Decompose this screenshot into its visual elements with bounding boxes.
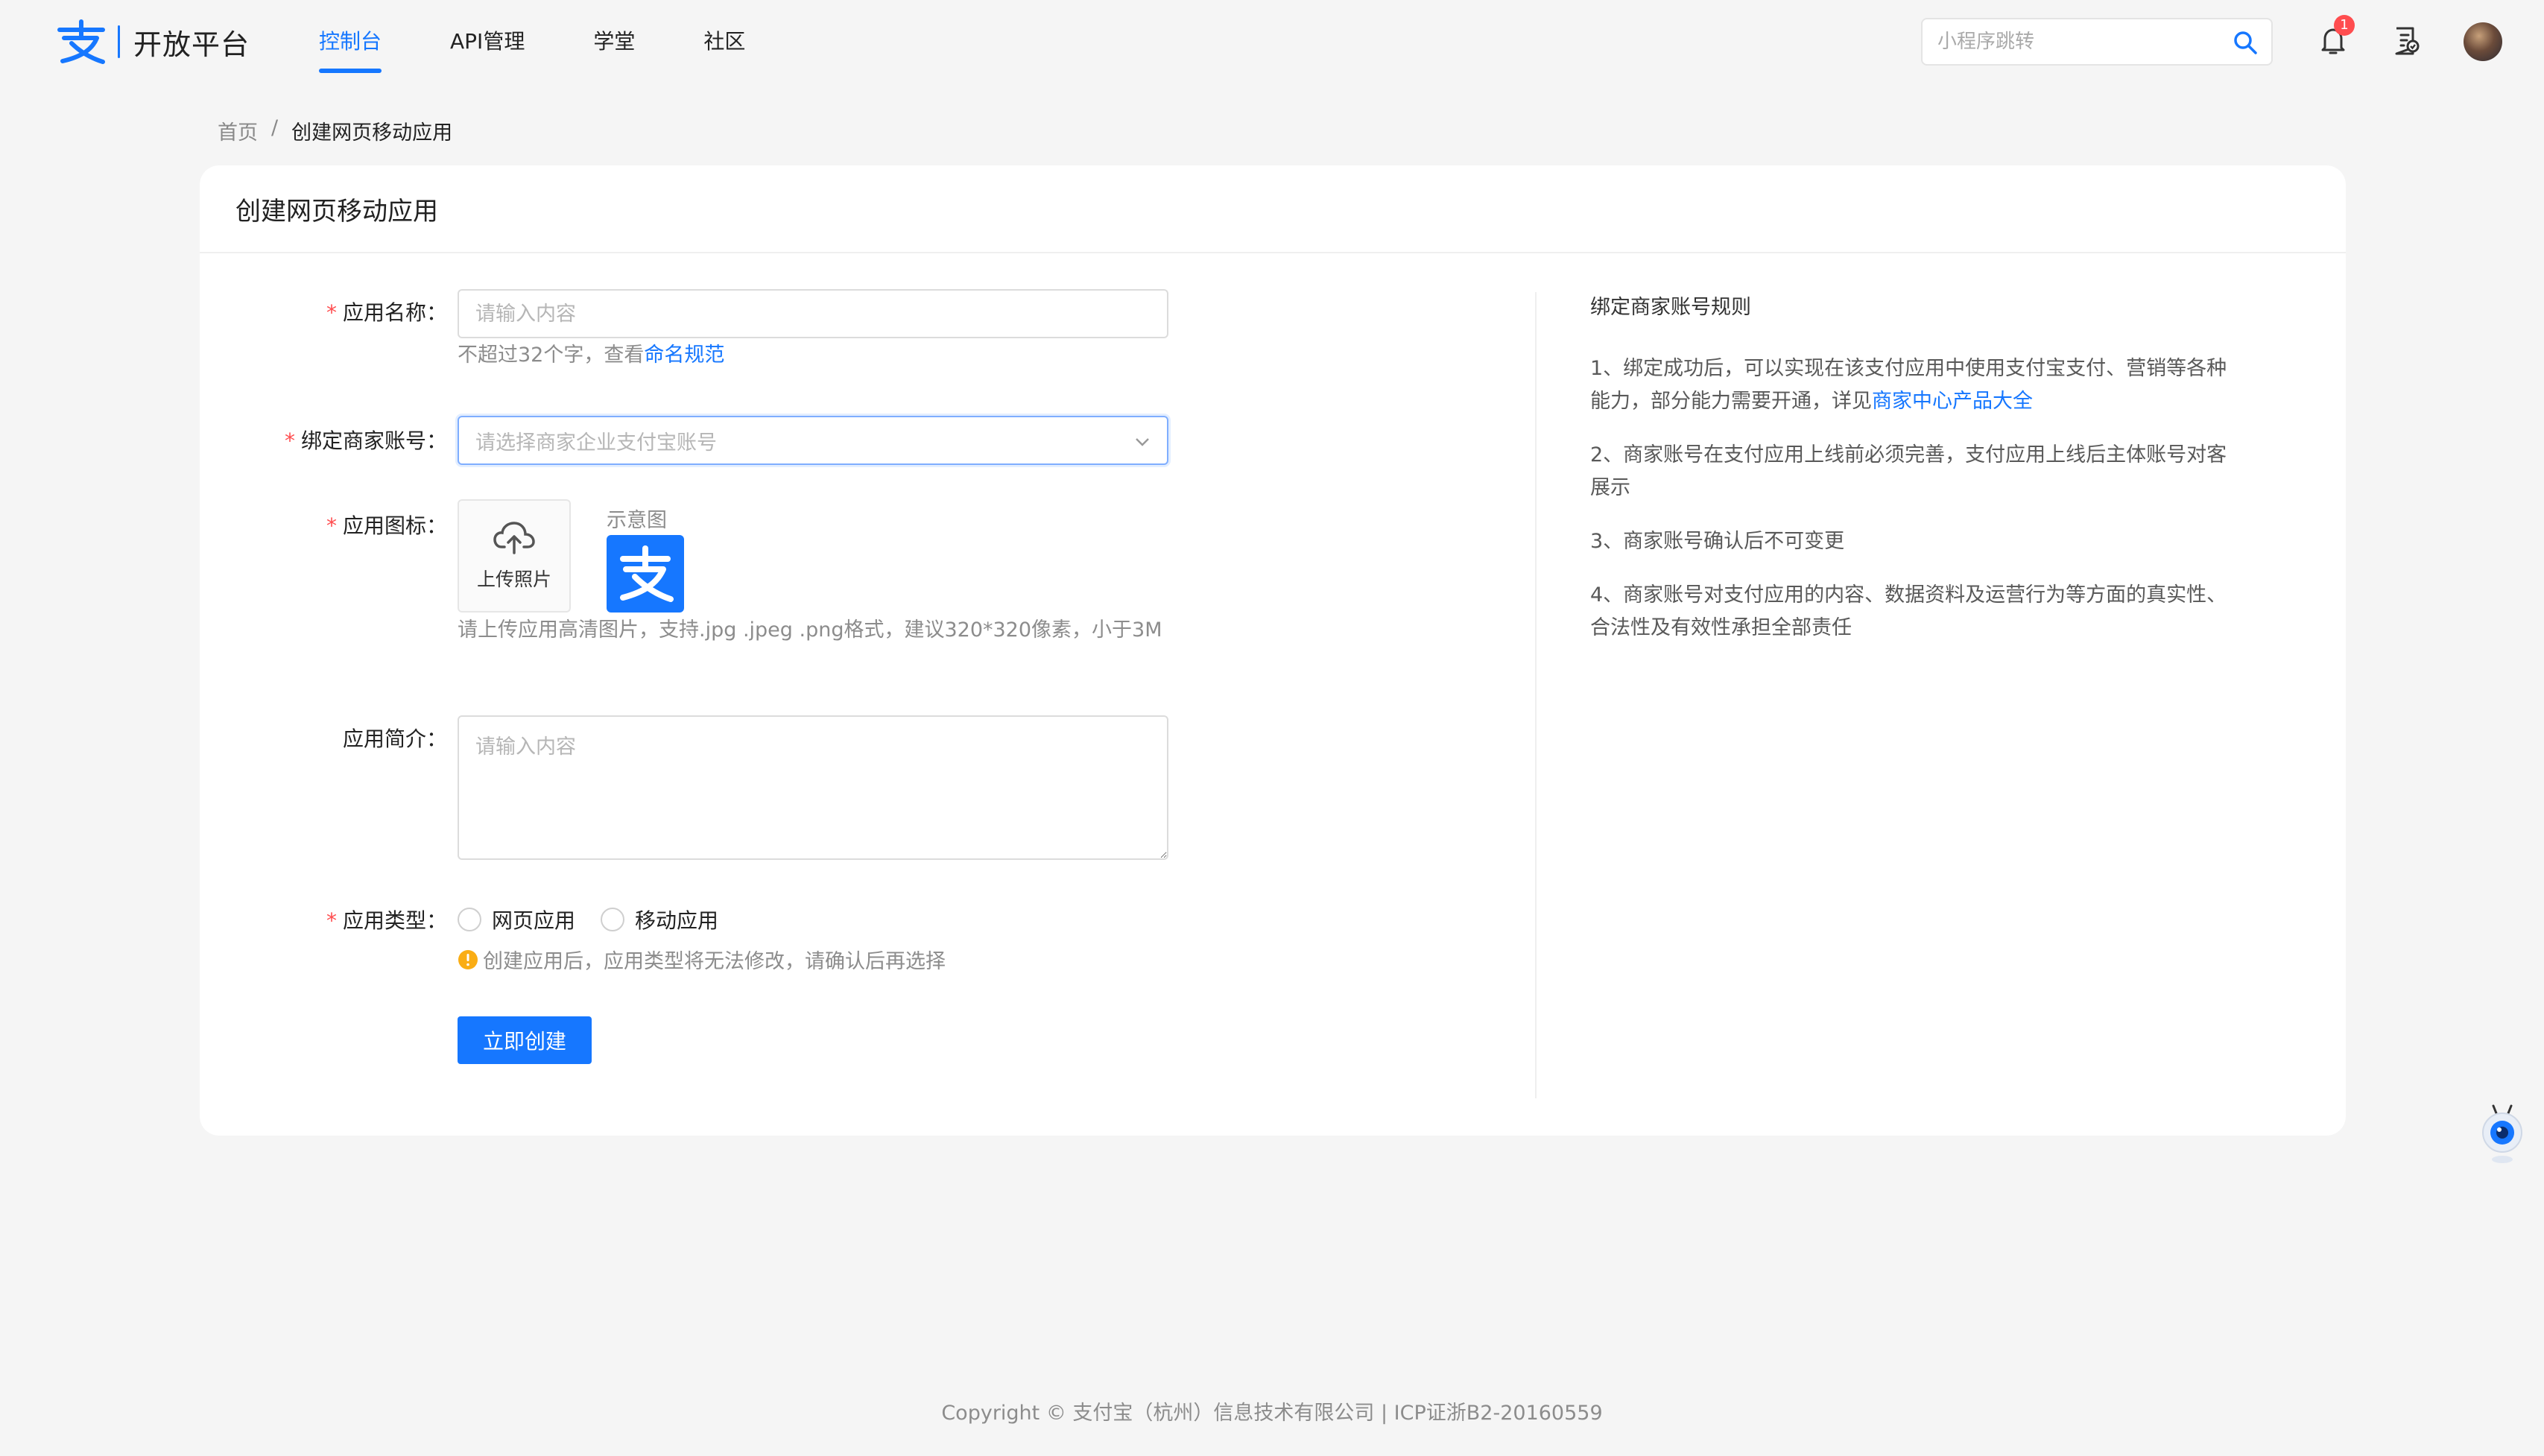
sample-label: 示意图 bbox=[607, 509, 667, 532]
rules-title: 绑定商家账号规则 bbox=[1590, 296, 1751, 319]
app-icon-help: 请上传应用高清图片，支持.jpg .jpeg .png格式，建议320*320像… bbox=[458, 618, 1162, 642]
app-intro-textarea[interactable] bbox=[458, 715, 1168, 860]
app-type-label: * 应用类型： bbox=[326, 908, 447, 933]
merchant-select[interactable]: 请选择商家企业支付宝账号 bbox=[458, 416, 1168, 465]
app-name-input[interactable] bbox=[458, 289, 1168, 338]
notification-badge: 1 bbox=[2334, 15, 2355, 36]
radio-circle[interactable] bbox=[458, 908, 481, 931]
app-intro-label: 应用简介： bbox=[342, 727, 447, 751]
merchant-center-products-link[interactable]: 商家中心产品大全 bbox=[1872, 390, 2033, 413]
brand-separator bbox=[118, 25, 120, 58]
app-icon-label: * 应用图标： bbox=[326, 513, 447, 538]
radio-web-app-label: 网页应用 bbox=[492, 908, 576, 933]
brand[interactable]: 开放平台 bbox=[55, 19, 250, 64]
breadcrumb-current: 创建网页移动应用 bbox=[291, 121, 453, 145]
warning-icon bbox=[458, 949, 478, 969]
rule-item: 4、商家账号对支付应用的内容、数据资料及运营行为等方面的真实性、合法性及有效性承… bbox=[1590, 583, 2227, 639]
radio-circle[interactable] bbox=[601, 908, 625, 931]
cloud-upload-icon bbox=[493, 522, 535, 554]
merchant-rules-panel: 绑定商家账号规则 1、绑定成功后，可以实现在该支付应用中使用支付宝支付、营销等各… bbox=[1590, 291, 2246, 665]
sample-app-icon bbox=[607, 535, 684, 613]
app-name-help: 不超过32个字，查看命名规范 bbox=[458, 344, 725, 367]
document-check-icon[interactable] bbox=[2388, 22, 2425, 60]
card-vertical-divider bbox=[1535, 292, 1537, 1098]
radio-mobile-app[interactable]: 移动应用 bbox=[601, 905, 718, 934]
brand-name: 开放平台 bbox=[133, 28, 250, 61]
breadcrumb-home[interactable]: 首页 bbox=[218, 116, 258, 145]
footer-copyright: Copyright © 支付宝（杭州）信息技术有限公司 | ICP证浙B2-20… bbox=[941, 1402, 1603, 1425]
radio-web-app[interactable]: 网页应用 bbox=[458, 905, 575, 934]
merchant-label: * 绑定商家账号： bbox=[284, 428, 447, 453]
upload-photo-text: 上传照片 bbox=[476, 569, 551, 590]
page-title: 创建网页移动应用 bbox=[200, 165, 2346, 253]
top-navigation-bar: 开放平台 控制台 API管理 学堂 社区 1 bbox=[0, 0, 2544, 83]
nav-item-community[interactable]: 社区 bbox=[703, 0, 745, 83]
create-now-button[interactable]: 立即创建 bbox=[458, 1016, 592, 1064]
breadcrumb-separator: / bbox=[271, 116, 279, 139]
search-icon[interactable] bbox=[2233, 30, 2258, 55]
alipay-logo-icon bbox=[57, 19, 105, 64]
chevron-down-icon bbox=[1136, 438, 1149, 446]
avatar[interactable] bbox=[2464, 22, 2502, 61]
nav-item-console[interactable]: 控制台 bbox=[319, 0, 382, 83]
radio-mobile-app-label: 移动应用 bbox=[635, 908, 719, 933]
assistant-robot-icon[interactable] bbox=[2478, 1103, 2526, 1165]
breadcrumb: 首页 / 创建网页移动应用 bbox=[218, 116, 452, 145]
upload-photo-button[interactable]: 上传照片 bbox=[458, 499, 571, 613]
main-nav: 控制台 API管理 学堂 社区 bbox=[319, 0, 814, 83]
app-type-radio-group: 网页应用 移动应用 bbox=[458, 905, 744, 934]
app-name-label: * 应用名称： bbox=[326, 300, 447, 325]
miniprogram-search-input[interactable] bbox=[1936, 30, 2219, 54]
rule-item: 3、商家账号确认后不可变更 bbox=[1590, 530, 1845, 553]
app-type-warning-text: 创建应用后，应用类型将无法修改，请确认后再选择 bbox=[483, 950, 946, 973]
nav-item-academy[interactable]: 学堂 bbox=[593, 0, 635, 83]
miniprogram-search bbox=[1921, 18, 2273, 66]
app-type-warning: 创建应用后，应用类型将无法修改，请确认后再选择 bbox=[458, 945, 946, 974]
merchant-select-placeholder: 请选择商家企业支付宝账号 bbox=[475, 431, 717, 455]
rule-item: 1、绑定成功后，可以实现在该支付应用中使用支付宝支付、营销等各种能力，部分能力需… bbox=[1590, 357, 2227, 413]
naming-rules-link[interactable]: 命名规范 bbox=[644, 344, 724, 367]
rule-item: 2、商家账号在支付应用上线前必须完善，支付应用上线后主体账号对客展示 bbox=[1590, 443, 2227, 499]
nav-item-api[interactable]: API管理 bbox=[450, 0, 525, 83]
